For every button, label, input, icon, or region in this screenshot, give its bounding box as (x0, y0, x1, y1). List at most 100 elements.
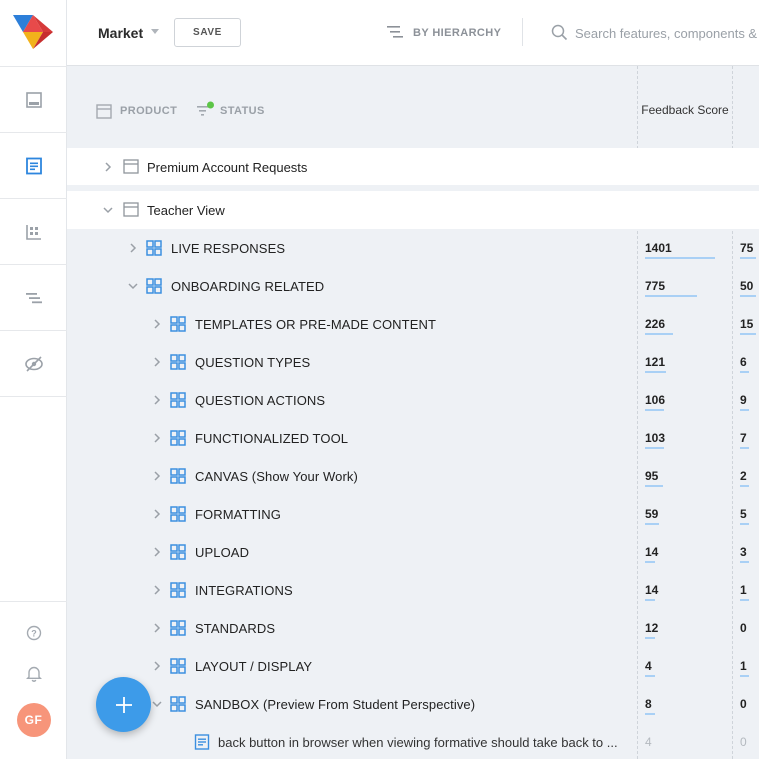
second-score-bar (740, 257, 756, 259)
feedback-score-value: 775 (645, 279, 666, 293)
row-label[interactable]: back button in browser when viewing form… (218, 735, 618, 750)
product-column-header[interactable]: PRODUCT (120, 105, 177, 117)
row-label[interactable]: FUNCTIONALIZED TOOL (195, 431, 348, 446)
component-row[interactable]: UPLOAD 14 3 (67, 533, 759, 571)
status-filter-icon[interactable] (197, 101, 215, 117)
component-row[interactable]: QUESTION ACTIONS 106 9 (67, 381, 759, 419)
feedback-score-header[interactable]: Feedback Score (638, 104, 732, 117)
notifications-button[interactable] (0, 665, 67, 682)
workspace-selector[interactable]: Market (98, 25, 143, 41)
component-row[interactable]: LAYOUT / DISPLAY 4 1 (67, 647, 759, 685)
chevron-right-icon[interactable] (152, 357, 162, 367)
component-row[interactable]: ONBOARDING RELATED 775 50 (67, 267, 759, 305)
row-label[interactable]: QUESTION ACTIONS (195, 393, 325, 408)
component-row[interactable]: FUNCTIONALIZED TOOL 103 7 (67, 419, 759, 457)
sidebar-item-roadmap[interactable] (0, 264, 67, 330)
roadmap-icon (25, 292, 42, 303)
hidden-icon (24, 355, 43, 372)
chevron-right-icon[interactable] (152, 585, 162, 595)
chevron-right-icon[interactable] (128, 243, 138, 253)
row-label[interactable]: UPLOAD (195, 545, 249, 560)
feedback-score-bar (645, 333, 673, 335)
chevron-right-icon[interactable] (152, 319, 162, 329)
component-icon (170, 506, 186, 522)
second-score-bar (740, 675, 749, 677)
feedback-score-value: 4 (645, 735, 652, 749)
productboard-logo[interactable] (13, 15, 53, 49)
component-row[interactable]: CANVAS (Show Your Work) 95 2 (67, 457, 759, 495)
sidebar-item-notes[interactable] (0, 132, 67, 198)
second-score-value: 9 (740, 393, 747, 407)
save-button[interactable]: SAVE (174, 18, 241, 47)
component-row[interactable]: TEMPLATES OR PRE-MADE CONTENT 226 15 (67, 305, 759, 343)
component-row[interactable]: FORMATTING 59 5 (67, 495, 759, 533)
feedback-score-bar (645, 637, 655, 639)
component-row[interactable]: LIVE RESPONSES 1401 75 (67, 229, 759, 267)
feedback-score-value: 14 (645, 545, 659, 559)
chevron-right-icon[interactable] (103, 162, 113, 172)
row-label[interactable]: LIVE RESPONSES (171, 241, 285, 256)
second-score-value: 3 (740, 545, 747, 559)
component-icon (170, 658, 186, 674)
user-menu[interactable]: GF (0, 703, 67, 737)
row-label[interactable]: INTEGRATIONS (195, 583, 293, 598)
board-icon (25, 224, 41, 240)
component-row[interactable]: INTEGRATIONS 14 1 (67, 571, 759, 609)
feedback-score-bar (645, 257, 715, 259)
row-label[interactable]: SANDBOX (Preview From Student Perspectiv… (195, 697, 475, 712)
hierarchy-icon[interactable] (387, 26, 403, 38)
row-label[interactable]: Teacher View (147, 203, 225, 218)
second-score-bar (740, 333, 756, 335)
row-label[interactable]: CANVAS (Show Your Work) (195, 469, 358, 484)
chevron-right-icon[interactable] (152, 547, 162, 557)
product-row[interactable]: Premium Account Requests (67, 148, 759, 186)
sidebar-item-hidden[interactable] (0, 330, 67, 397)
chevron-down-icon[interactable] (151, 29, 159, 34)
component-icon (170, 620, 186, 636)
row-label[interactable]: STANDARDS (195, 621, 275, 636)
group-by-hierarchy[interactable]: BY HIERARCHY (413, 27, 501, 39)
sidebar-item-inbox[interactable] (0, 66, 67, 132)
chevron-right-icon[interactable] (152, 395, 162, 405)
row-label[interactable]: TEMPLATES OR PRE-MADE CONTENT (195, 317, 436, 332)
avatar[interactable]: GF (16, 703, 51, 737)
column-header: PRODUCT STATUS Feedback Score (67, 66, 759, 156)
notes-icon (25, 157, 42, 174)
chevron-right-icon[interactable] (152, 471, 162, 481)
chevron-right-icon[interactable] (152, 433, 162, 443)
chevron-down-icon[interactable] (152, 699, 162, 709)
feedback-score-value: 95 (645, 469, 659, 483)
inbox-icon (25, 91, 42, 108)
sidebar-item-board[interactable] (0, 198, 67, 264)
feedback-score-bar (645, 485, 663, 487)
chevron-down-icon[interactable] (128, 281, 138, 291)
chevron-right-icon[interactable] (152, 509, 162, 519)
component-row[interactable]: QUESTION TYPES 121 6 (67, 343, 759, 381)
row-label[interactable]: FORMATTING (195, 507, 281, 522)
feature-row[interactable]: back button in browser when viewing form… (67, 723, 759, 759)
second-score-value: 5 (740, 507, 747, 521)
second-score-value: 7 (740, 431, 747, 445)
chevron-right-icon[interactable] (152, 623, 162, 633)
feedback-score-bar (645, 447, 664, 449)
row-label[interactable]: QUESTION TYPES (195, 355, 310, 370)
component-row[interactable]: STANDARDS 12 0 (67, 609, 759, 647)
feedback-score-value: 103 (645, 431, 666, 445)
second-score-bar (740, 561, 749, 563)
topbar: Market SAVE BY HIERARCHY (67, 0, 759, 66)
search-input[interactable] (575, 22, 759, 44)
bell-icon (25, 666, 42, 682)
feedback-score-bar (645, 523, 659, 525)
row-label[interactable]: ONBOARDING RELATED (171, 279, 324, 294)
chevron-right-icon[interactable] (152, 661, 162, 671)
component-row[interactable]: SANDBOX (Preview From Student Perspectiv… (67, 685, 759, 723)
row-label[interactable]: Premium Account Requests (147, 160, 307, 175)
help-button[interactable]: ? (0, 625, 67, 641)
chevron-down-icon[interactable] (103, 205, 113, 215)
row-label[interactable]: LAYOUT / DISPLAY (195, 659, 312, 674)
status-column-header[interactable]: STATUS (220, 105, 265, 117)
second-score-bar (740, 485, 749, 487)
product-row[interactable]: Teacher View (67, 191, 759, 229)
second-score-bar (740, 409, 749, 411)
add-button[interactable] (96, 677, 151, 732)
